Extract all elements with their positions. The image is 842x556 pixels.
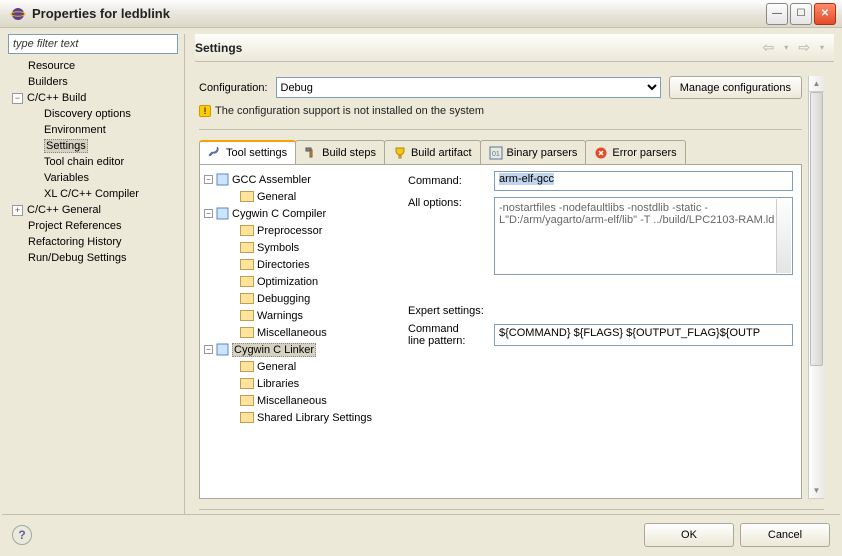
nav-ccbuild[interactable]: −C/C++ Build [8, 90, 178, 106]
command-label: Command: [408, 175, 486, 187]
vertical-scrollbar[interactable]: ▲ ▼ [808, 76, 824, 499]
folder-icon [240, 191, 254, 202]
folder-icon [240, 276, 254, 287]
nav-projectrefs[interactable]: Project References [8, 218, 178, 234]
leaf-libraries[interactable]: Libraries [204, 375, 396, 392]
leaf-warnings[interactable]: Warnings [204, 307, 396, 324]
folder-icon [240, 327, 254, 338]
nav-xlcompiler[interactable]: XL C/C++ Compiler [8, 186, 178, 202]
folder-icon [240, 378, 254, 389]
leaf-general-link[interactable]: General [204, 358, 396, 375]
scroll-track[interactable] [809, 92, 824, 483]
svg-text:01: 01 [492, 151, 500, 158]
leaf-general-asm[interactable]: General [204, 188, 396, 205]
folder-icon [240, 395, 254, 406]
nav-environment[interactable]: Environment [8, 122, 178, 138]
command-input[interactable]: arm-elf-gcc [494, 171, 793, 191]
command-line-pattern-input[interactable]: ${COMMAND} ${FLAGS} ${OUTPUT_FLAG}${OUTP [494, 324, 793, 346]
hammer-icon [304, 146, 318, 160]
leaf-optimization[interactable]: Optimization [204, 273, 396, 290]
collapse-icon[interactable]: − [204, 209, 213, 218]
scroll-thumb[interactable] [810, 92, 823, 366]
cancel-button[interactable]: Cancel [740, 523, 830, 547]
tool-tree: −GCC Assembler General −Cygwin C Compile… [200, 165, 400, 498]
leaf-directories[interactable]: Directories [204, 256, 396, 273]
tool-icon [216, 343, 229, 356]
warning-row: ! The configuration support is not insta… [199, 105, 802, 117]
warning-text: The configuration support is not install… [215, 105, 484, 117]
tab-build-artifact[interactable]: Build artifact [384, 140, 481, 164]
nav-ccgeneral[interactable]: +C/C++ General [8, 202, 178, 218]
panel-title: Settings [195, 41, 763, 55]
leaf-miscellaneous-cc[interactable]: Miscellaneous [204, 324, 396, 341]
tab-build-steps[interactable]: Build steps [295, 140, 385, 164]
tool-icon [216, 207, 229, 220]
help-icon[interactable]: ? [12, 525, 32, 545]
folder-icon [240, 361, 254, 372]
nav-toolchain[interactable]: Tool chain editor [8, 154, 178, 170]
tab-tool-settings[interactable]: Tool settings [199, 140, 296, 164]
folder-icon [240, 242, 254, 253]
nav-tree: Resource Builders −C/C++ Build Discovery… [8, 54, 178, 514]
collapse-icon[interactable]: − [12, 93, 23, 104]
maximize-button[interactable]: ☐ [790, 3, 812, 25]
nav-resource[interactable]: Resource [8, 58, 178, 74]
close-button[interactable]: ✕ [814, 3, 836, 25]
leaf-miscellaneous-link[interactable]: Miscellaneous [204, 392, 396, 409]
node-cygwin-c-linker[interactable]: −Cygwin C Linker [204, 341, 396, 358]
folder-icon [240, 225, 254, 236]
leaf-preprocessor[interactable]: Preprocessor [204, 222, 396, 239]
nav-discovery[interactable]: Discovery options [8, 106, 178, 122]
expert-settings-label: Expert settings: [408, 305, 793, 317]
expand-icon[interactable]: + [12, 205, 23, 216]
tab-binary-parsers[interactable]: 01 Binary parsers [480, 140, 587, 164]
titlebar: Properties for ledblink — ☐ ✕ [0, 0, 842, 28]
filter-input[interactable] [8, 34, 178, 54]
warning-icon: ! [199, 105, 211, 117]
node-gcc-assembler[interactable]: −GCC Assembler [204, 171, 396, 188]
binary-icon: 01 [489, 146, 503, 160]
tool-icon [216, 173, 229, 186]
forward-icon[interactable]: ⇨ [798, 39, 810, 56]
manage-configurations-button[interactable]: Manage configurations [669, 76, 802, 99]
panel-header: Settings ⇦ ▾ ⇨ ▾ [195, 34, 834, 62]
error-icon [594, 146, 608, 160]
ok-button[interactable]: OK [644, 523, 734, 547]
scroll-up-icon[interactable]: ▲ [809, 76, 824, 92]
bottom-bar: ? OK Cancel [2, 514, 840, 554]
folder-icon [240, 310, 254, 321]
folder-icon [240, 412, 254, 423]
nav-builders[interactable]: Builders [8, 74, 178, 90]
collapse-icon[interactable]: − [204, 175, 213, 184]
leaf-shared-library[interactable]: Shared Library Settings [204, 409, 396, 426]
window-title: Properties for ledblink [32, 6, 766, 21]
nav-refactoring[interactable]: Refactoring History [8, 234, 178, 250]
all-options-textarea[interactable]: -nostartfiles -nodefaultlibs -nostdlib -… [494, 197, 793, 275]
back-icon[interactable]: ⇦ [763, 39, 775, 56]
nav-settings[interactable]: Settings [8, 138, 178, 154]
all-options-label: All options: [408, 197, 486, 209]
eclipse-icon [10, 6, 26, 22]
tab-error-parsers[interactable]: Error parsers [585, 140, 685, 164]
collapse-icon[interactable]: − [204, 345, 213, 354]
wrench-icon [208, 146, 222, 160]
forward-menu-icon[interactable]: ▾ [820, 43, 824, 52]
back-menu-icon[interactable]: ▾ [784, 43, 788, 52]
tab-bar: Tool settings Build steps Build artifact… [199, 140, 802, 165]
configuration-select[interactable]: Debug [276, 77, 661, 98]
folder-icon [240, 293, 254, 304]
nav-rundebug[interactable]: Run/Debug Settings [8, 250, 178, 266]
command-line-pattern-label: Command line pattern: [408, 323, 486, 347]
configuration-label: Configuration: [199, 82, 268, 94]
node-cygwin-c-compiler[interactable]: −Cygwin C Compiler [204, 205, 396, 222]
nav-variables[interactable]: Variables [8, 170, 178, 186]
leaf-debugging[interactable]: Debugging [204, 290, 396, 307]
trophy-icon [393, 146, 407, 160]
folder-icon [240, 259, 254, 270]
scroll-down-icon[interactable]: ▼ [809, 483, 824, 499]
minimize-button[interactable]: — [766, 3, 788, 25]
leaf-symbols[interactable]: Symbols [204, 239, 396, 256]
